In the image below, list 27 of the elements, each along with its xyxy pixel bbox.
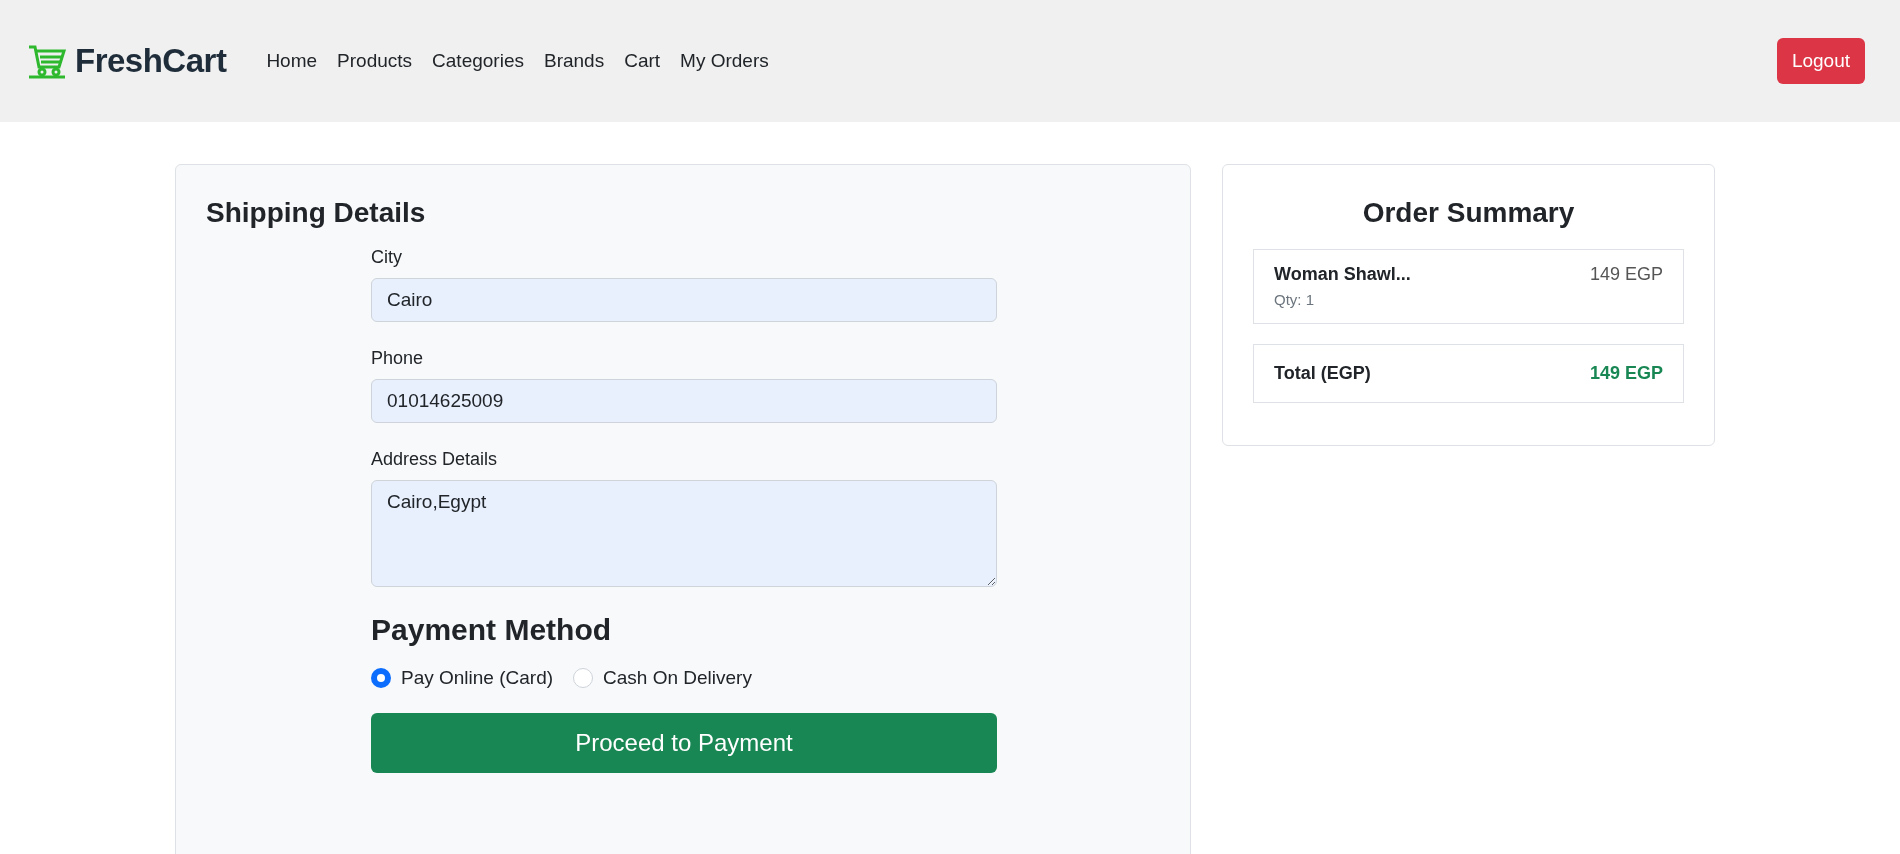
- summary-title: Order Summary: [1361, 197, 1576, 229]
- item-price: 149 EGP: [1589, 264, 1663, 286]
- logout-button[interactable]: Logout: [1776, 38, 1865, 84]
- nav-link[interactable]: Categories: [432, 50, 524, 72]
- address-field[interactable]: Cairo,Egypt: [371, 480, 997, 587]
- nav-link[interactable]: Brands: [543, 50, 605, 72]
- field-label: City: [371, 247, 403, 268]
- total-label: Total (EGP): [1274, 362, 1371, 385]
- field-label: Address Details: [371, 449, 499, 470]
- nav-link[interactable]: Cart: [624, 50, 661, 72]
- item-quantity: Qty: 1: [1274, 291, 1314, 308]
- total-value: 149 EGP: [1589, 362, 1663, 385]
- nav-link[interactable]: Home: [266, 50, 318, 72]
- radio-label[interactable]: Pay Online (Card): [401, 667, 554, 689]
- radio-label[interactable]: Cash On Delivery: [603, 667, 752, 689]
- brand-name: FreshCart: [75, 42, 227, 80]
- input-field[interactable]: 01014625009: [371, 379, 997, 423]
- item-name: Woman Shawl...: [1274, 264, 1411, 285]
- nav-link[interactable]: My Orders: [680, 50, 769, 72]
- radio-button[interactable]: [371, 668, 391, 688]
- proceed-button[interactable]: Proceed to Payment: [371, 713, 997, 773]
- section-title: Shipping Details: [206, 197, 427, 229]
- nav-link[interactable]: Products: [337, 50, 413, 72]
- cart-icon: [27, 43, 67, 79]
- field-label: Phone: [371, 348, 425, 369]
- section-title: Payment Method: [371, 613, 613, 647]
- input-field[interactable]: Cairo: [371, 278, 997, 322]
